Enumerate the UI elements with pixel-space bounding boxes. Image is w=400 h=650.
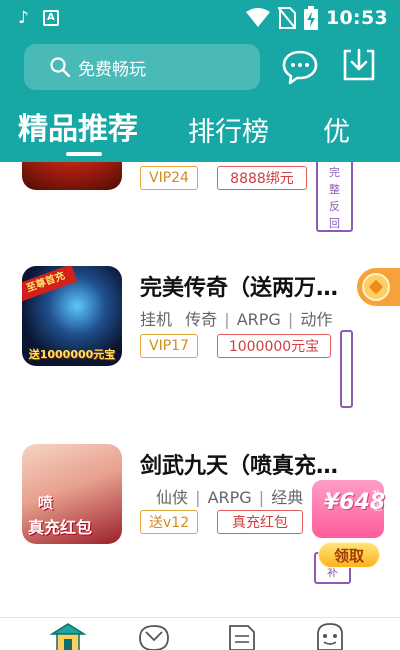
coin-diamond xyxy=(368,279,384,295)
gift-box-icon: ¥648 礼包 xyxy=(310,478,386,540)
download-icon[interactable] xyxy=(341,47,377,83)
game-icon-caption-top: 喷 xyxy=(38,494,54,512)
tag-separator: | xyxy=(258,488,265,507)
tab-bar: 精品推荐 排行榜 优 xyxy=(0,100,400,162)
side-char: 整 xyxy=(329,183,340,196)
game-tag: 动作 xyxy=(300,310,333,329)
gift-float-button[interactable]: ¥648 礼包 领取 xyxy=(300,472,392,576)
game-icon[interactable]: 喷 真充红包 xyxy=(22,444,122,544)
battery-charging-icon xyxy=(304,6,319,30)
gift-badge: 1000000元宝 xyxy=(217,334,331,358)
coin-float-button[interactable] xyxy=(357,268,400,306)
home-icon[interactable] xyxy=(48,622,88,650)
vip-badge: VIP17 xyxy=(140,334,198,358)
game-tag: 挂机 xyxy=(140,310,173,329)
header: ♪ A 10:53 免费畅玩 精品推荐 排行榜 优 xyxy=(0,0,400,162)
game-icon-caption: 真充红包 xyxy=(28,518,93,537)
status-right: 10:53 xyxy=(246,6,388,30)
gift-claim-button[interactable]: 领取 xyxy=(318,542,380,568)
bottom-nav xyxy=(0,617,400,650)
side-panel[interactable]: 完 整 反 回 xyxy=(316,152,353,232)
search-placeholder: 免费畅玩 xyxy=(78,59,146,80)
side-char: 回 xyxy=(329,217,340,230)
side-char: 完 xyxy=(329,166,340,179)
vip-badge: 送v12 xyxy=(140,510,199,534)
app-a-icon: A xyxy=(42,10,59,26)
chat-icon[interactable] xyxy=(281,49,319,85)
gift-badge: 真充红包 xyxy=(217,510,303,534)
game-tags: 挂机 传奇 | ARPG | 动作 xyxy=(140,306,332,330)
profile-icon[interactable] xyxy=(310,622,350,650)
game-tag: ARPG xyxy=(236,310,281,329)
tab-discount[interactable]: 优 xyxy=(323,110,350,149)
library-icon[interactable] xyxy=(222,622,262,650)
game-title[interactable]: 完美传奇（送两万… xyxy=(140,270,358,302)
status-bar: ♪ A 10:53 xyxy=(0,0,400,36)
status-left: ♪ A xyxy=(18,9,59,27)
gift-side-text: 礼包 xyxy=(372,490,382,513)
coin-icon xyxy=(362,273,390,301)
gift-badge: 8888绑元 xyxy=(217,166,307,190)
game-tag: 传奇 xyxy=(185,310,218,329)
game-tag: 经典 xyxy=(271,488,304,507)
search-input[interactable]: 免费畅玩 xyxy=(24,44,260,90)
tab-ranking[interactable]: 排行榜 xyxy=(188,110,269,149)
no-sim-icon xyxy=(278,7,297,29)
tab-indicator xyxy=(66,152,102,156)
app-screen: ♪ A 10:53 免费畅玩 精品推荐 排行榜 优 VIP24 8888绑元 完… xyxy=(0,0,400,650)
tag-separator: | xyxy=(287,310,294,329)
tab-featured[interactable]: 精品推荐 xyxy=(18,104,138,148)
tag-separator: | xyxy=(195,488,201,507)
game-icon[interactable]: 至尊首充 送1000000元宝 xyxy=(22,266,122,366)
game-icon-ribbon: 至尊首充 xyxy=(22,266,78,302)
wifi-icon xyxy=(246,8,271,27)
category-icon[interactable] xyxy=(134,622,174,650)
vip-badge: VIP24 xyxy=(140,166,198,190)
status-time: 10:53 xyxy=(326,7,388,29)
game-tag: ARPG xyxy=(207,488,252,507)
search-icon xyxy=(50,57,70,77)
game-icon-caption: 送1000000元宝 xyxy=(28,348,116,361)
tiktok-icon: ♪ xyxy=(18,8,29,28)
tag-separator: | xyxy=(224,310,230,329)
side-char: 反 xyxy=(329,200,340,213)
side-panel[interactable] xyxy=(340,330,353,408)
game-tag: 仙侠 xyxy=(156,488,189,507)
